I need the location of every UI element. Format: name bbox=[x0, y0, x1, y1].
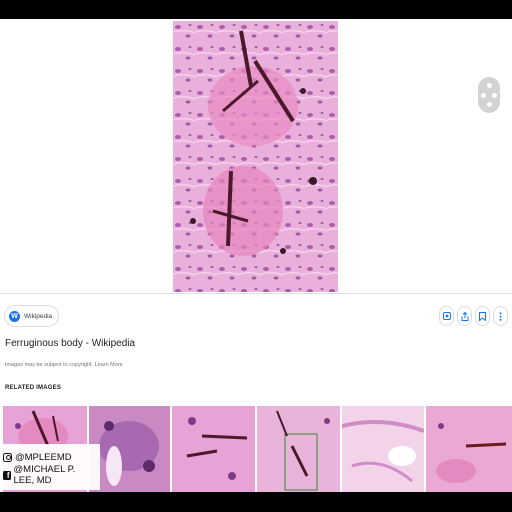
bookmark-icon bbox=[479, 311, 486, 321]
source-label: Wikipedia bbox=[24, 312, 53, 320]
action-bar bbox=[439, 306, 508, 326]
related-image-thumb[interactable] bbox=[89, 406, 170, 492]
facebook-icon: f bbox=[3, 470, 11, 480]
carousel-nav-handle[interactable] bbox=[478, 77, 500, 113]
instagram-handle: @MPLEEMD bbox=[15, 451, 72, 463]
wikipedia-logo-icon: W bbox=[9, 310, 20, 322]
related-image-thumb[interactable] bbox=[426, 406, 512, 492]
main-image[interactable] bbox=[173, 21, 338, 292]
image-viewer bbox=[0, 19, 512, 293]
facebook-handle: @MICHAEL P. LEE, MD bbox=[13, 464, 76, 486]
source-chip[interactable]: W Wikipedia bbox=[4, 305, 60, 327]
instagram-icon bbox=[3, 452, 12, 462]
watermark: @MPLEEMD f @MICHAEL P. LEE, MD bbox=[0, 444, 100, 490]
save-button[interactable] bbox=[475, 306, 490, 326]
lens-search-button[interactable] bbox=[439, 306, 454, 326]
result-title[interactable]: Ferruginous body - Wikipedia bbox=[5, 338, 135, 349]
more-button[interactable] bbox=[493, 306, 508, 326]
related-image-thumb[interactable] bbox=[172, 406, 255, 492]
divider bbox=[0, 293, 512, 294]
related-image-thumb[interactable] bbox=[257, 406, 340, 492]
share-icon bbox=[461, 311, 468, 321]
share-button[interactable] bbox=[457, 306, 472, 326]
related-image-thumb[interactable] bbox=[342, 406, 424, 492]
copyright-note: Images may be subject to copyright. Lear… bbox=[5, 362, 123, 368]
more-vert-icon bbox=[499, 311, 502, 321]
related-images-heading: RELATED IMAGES bbox=[5, 385, 62, 391]
screen: W Wikipedia Ferruginous body - Wikipedia… bbox=[0, 19, 512, 492]
lens-icon bbox=[442, 312, 451, 320]
facebook-handle-line: f @MICHAEL P. LEE, MD bbox=[3, 464, 97, 486]
